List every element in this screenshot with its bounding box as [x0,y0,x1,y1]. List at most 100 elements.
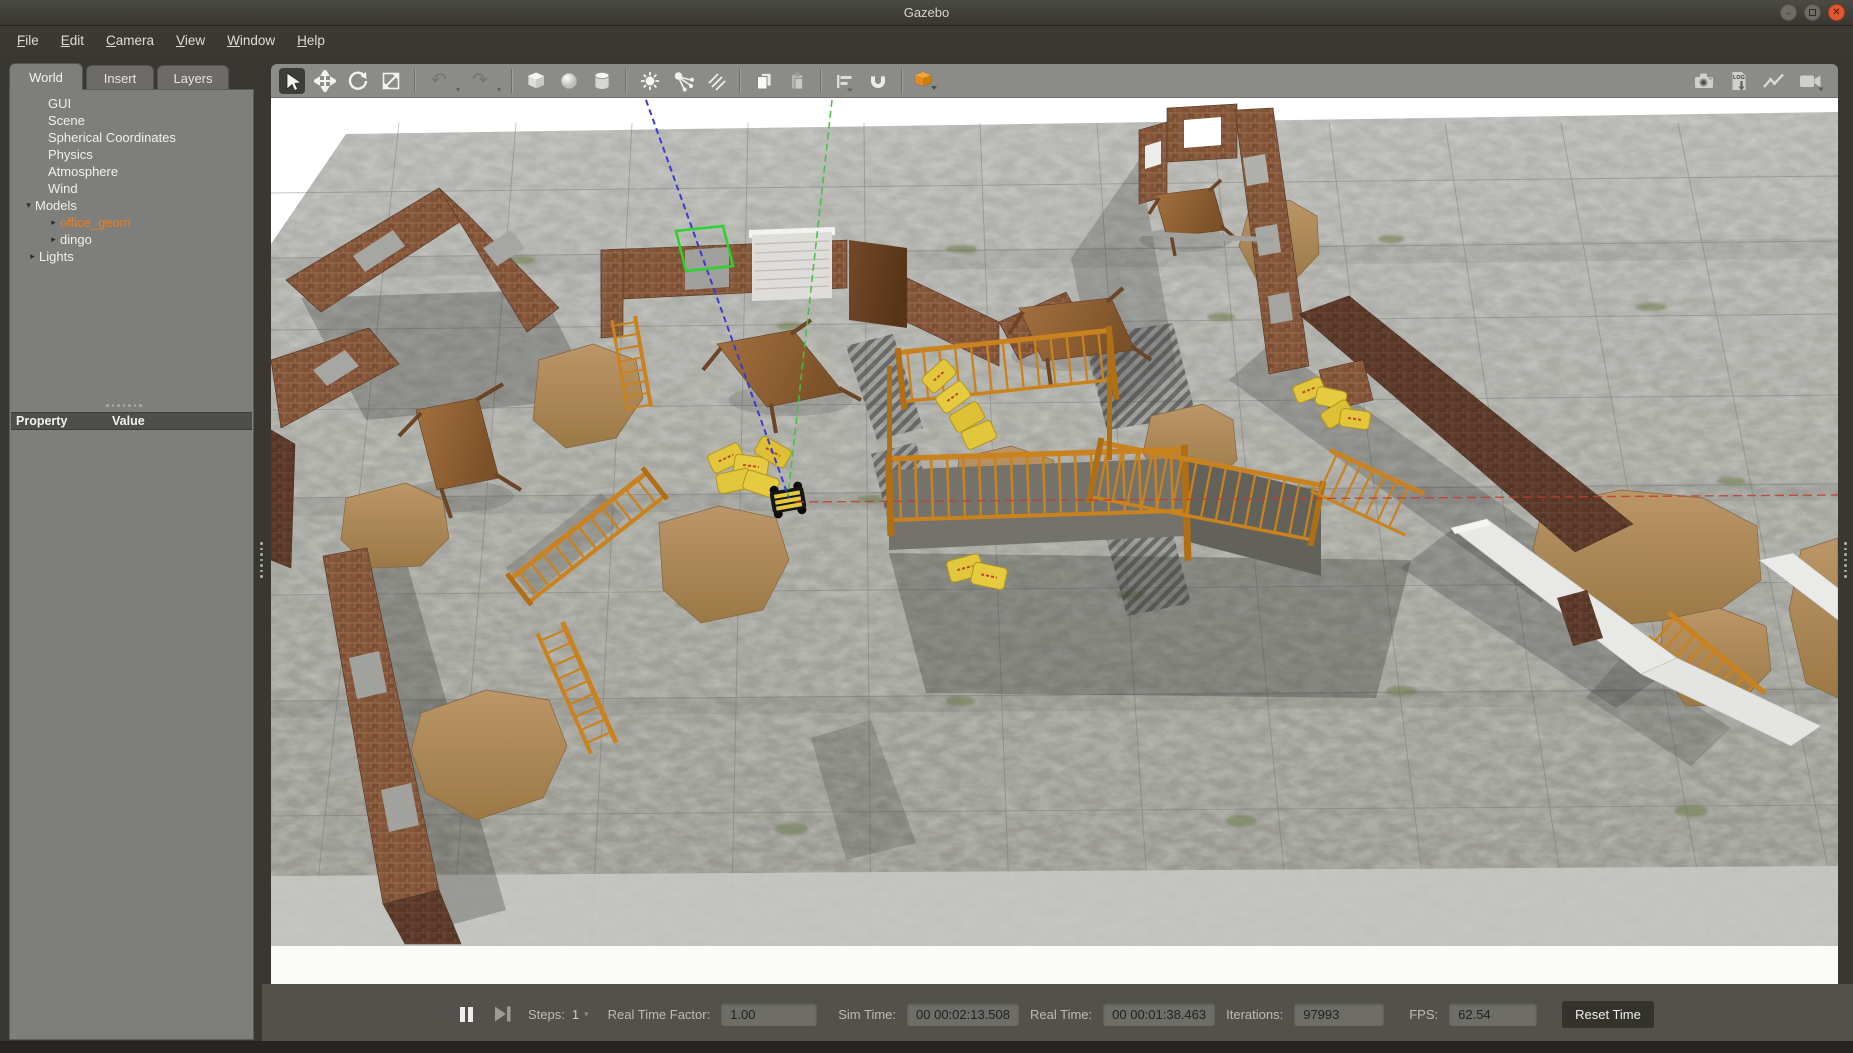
scale-arrows-icon [382,72,400,89]
menu-bar: File Edit Camera View Window Help [0,26,1853,55]
spot-light-button[interactable] [670,68,696,94]
plot-icon[interactable] [1762,70,1786,92]
toolbar-separator [511,68,514,93]
cylinder-icon [594,71,610,90]
fps-label: FPS: [1409,1006,1439,1022]
tab-insert[interactable]: Insert [86,65,154,90]
reset-time-button[interactable]: Reset Time [1562,1000,1654,1028]
redo-icon: ↷ [472,69,488,91]
select-tool-button[interactable] [279,67,305,94]
menu-camera[interactable]: Camera [95,29,165,52]
menu-help[interactable]: Help [286,29,336,52]
real-time-field[interactable]: 00 00:01:38.463 [1103,1002,1216,1026]
toolbar-separator [901,68,904,93]
sun-icon [641,71,660,90]
tree-item-office-geom[interactable]: ▸ office_geom [10,214,253,231]
step-button[interactable] [493,1005,513,1023]
tree-item-dingo[interactable]: ▸ dingo [10,231,253,248]
render-toolbar: ↶ ▾ ↷ ▾ LOG [271,64,1838,98]
spot-light-icon [674,71,695,91]
maximize-icon [1809,9,1816,16]
move-arrows-icon [314,69,336,92]
menu-window[interactable]: Window [216,29,286,52]
cursor-arrow-icon [286,71,303,91]
insert-cylinder-button[interactable] [589,68,615,94]
copy-button[interactable] [751,68,777,94]
rotate-arrows-icon [348,71,368,90]
fps-field[interactable]: 62.54 [1449,1002,1538,1026]
minimize-button[interactable]: – [1780,4,1797,21]
sim-time-field[interactable]: 00 00:02:13.508 [907,1002,1019,1026]
directional-light-button[interactable] [703,68,729,94]
pause-icon [468,1006,473,1022]
redo-button[interactable]: ↷ [467,68,493,94]
align-button[interactable] [832,68,858,94]
panel-splitter[interactable] [106,404,142,407]
box-icon [527,71,545,89]
toolbar-separator [414,68,416,93]
maximize-button[interactable] [1804,4,1821,21]
bottom-edge [0,1041,1853,1053]
view-angle-button[interactable] [913,68,939,94]
sim-time-label: Sim Time: [838,1006,897,1022]
view-cube-icon [914,70,938,90]
tree-item-scene[interactable]: Scene [10,112,253,129]
copy-icon [757,72,772,89]
expander-right-icon[interactable]: ▸ [26,251,39,262]
render-viewport[interactable] [271,98,1838,984]
translate-tool-button[interactable] [312,68,338,94]
close-button[interactable]: ✕ [1828,4,1845,21]
real-time-label: Real Time: [1030,1006,1093,1022]
window-title: Gazebo [903,5,950,20]
tab-world[interactable]: World [9,63,83,90]
video-record-icon[interactable] [1798,70,1826,92]
scale-tool-button[interactable] [378,68,404,94]
undo-history-caret-icon[interactable]: ▾ [456,85,460,97]
magnet-icon [871,72,886,88]
insert-sphere-button[interactable] [556,68,582,94]
expander-right-icon[interactable]: ▸ [47,234,60,245]
tree-item-models[interactable]: ▾ Models [10,197,253,214]
sphere-icon [560,72,578,89]
value-column-header: Value [112,414,145,428]
steps-label: Steps: [528,1006,565,1022]
pause-button[interactable] [460,1006,476,1022]
rotate-tool-button[interactable] [345,68,371,94]
white-panel [749,227,835,301]
title-bar: Gazebo – ✕ [0,0,1853,26]
left-splitter-handle[interactable] [260,542,263,578]
expander-down-icon[interactable]: ▾ [22,200,35,211]
expander-right-icon[interactable]: ▸ [47,217,60,228]
tree-item-spherical-coordinates[interactable]: Spherical Coordinates [10,129,253,146]
menu-edit[interactable]: Edit [50,29,95,52]
tree-item-lights[interactable]: ▸ Lights [10,248,253,265]
right-splitter-handle[interactable] [1844,542,1847,578]
simulation-status-bar: Steps: 1 ▾ Real Time Factor: 1.00 Sim Ti… [262,984,1853,1041]
point-light-button[interactable] [637,68,663,94]
door-panel [849,240,907,328]
menu-view[interactable]: View [165,29,216,52]
screenshot-camera-icon[interactable] [1692,70,1716,92]
tree-item-physics[interactable]: Physics [10,146,253,163]
insert-box-button[interactable] [523,68,549,94]
rtf-field[interactable]: 1.00 [721,1002,818,1026]
tree-item-atmosphere[interactable]: Atmosphere [10,163,253,180]
undo-button[interactable]: ↶ [426,68,452,94]
tab-layers[interactable]: Layers [157,65,229,90]
svg-text:LOG: LOG [1733,75,1745,81]
redo-history-caret-icon[interactable]: ▾ [497,85,501,97]
steps-dropdown-caret-icon[interactable]: ▾ [584,1009,589,1020]
snap-button[interactable] [865,68,891,94]
iterations-label: Iterations: [1226,1006,1284,1022]
world-panel: GUI Scene Spherical Coordinates Physics … [9,89,254,1040]
tree-item-wind[interactable]: Wind [10,180,253,197]
steps-value: 1 [571,1006,580,1022]
toolbar-right-group: LOG [1692,64,1826,98]
property-column-header: Property [16,414,68,428]
tree-item-gui[interactable]: GUI [10,95,253,112]
iterations-field[interactable]: 97993 [1294,1002,1385,1026]
toolbar-separator [820,68,823,93]
paste-button[interactable] [784,68,810,94]
log-record-icon[interactable]: LOG [1728,69,1750,93]
menu-file[interactable]: File [6,29,50,52]
